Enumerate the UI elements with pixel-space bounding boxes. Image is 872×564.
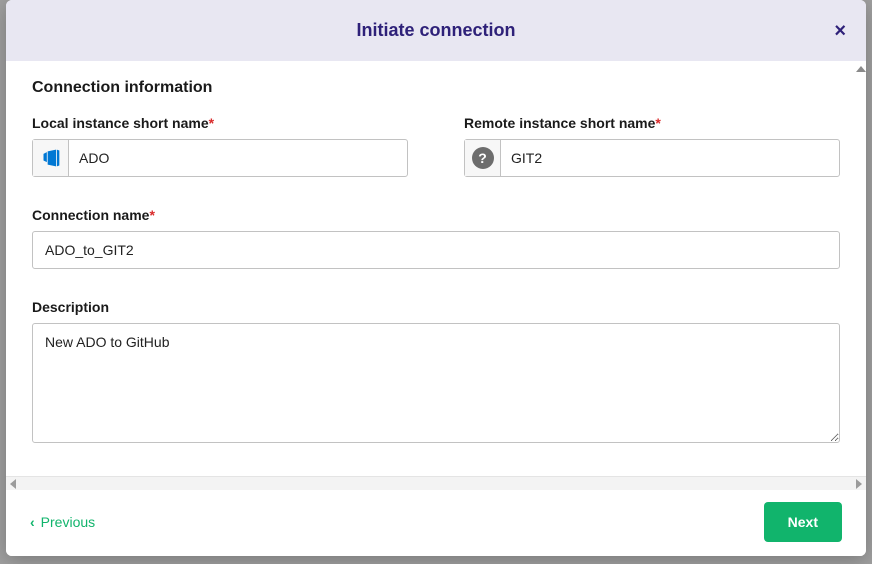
local-shortname-input[interactable] xyxy=(69,140,407,176)
required-marker: * xyxy=(655,115,660,131)
remote-shortname-label-text: Remote instance short name xyxy=(464,115,655,131)
description-field: Description xyxy=(32,299,840,443)
required-marker: * xyxy=(149,207,154,223)
connection-name-field: Connection name* xyxy=(32,207,840,269)
horizontal-scrollbar[interactable] xyxy=(6,476,866,490)
remote-shortname-input-group: ? xyxy=(464,139,840,177)
description-textarea[interactable] xyxy=(32,323,840,443)
connection-name-input[interactable] xyxy=(32,231,840,269)
scroll-up-icon xyxy=(856,66,866,72)
remote-shortname-field: Remote instance short name* ? xyxy=(464,115,840,177)
azure-devops-icon xyxy=(33,140,69,176)
remote-shortname-label: Remote instance short name* xyxy=(464,115,840,131)
close-button[interactable]: × xyxy=(834,21,846,41)
next-button[interactable]: Next xyxy=(764,502,842,542)
previous-button-label: Previous xyxy=(41,514,95,530)
modal-header: Initiate connection × xyxy=(6,0,866,61)
local-shortname-label-text: Local instance short name xyxy=(32,115,209,131)
modal-title: Initiate connection xyxy=(356,20,515,41)
shortname-row: Local instance short name* Remote instan… xyxy=(32,115,840,177)
local-shortname-label: Local instance short name* xyxy=(32,115,408,131)
local-shortname-input-group xyxy=(32,139,408,177)
chevron-left-icon: ‹ xyxy=(30,514,35,530)
initiate-connection-modal: Initiate connection × Connection informa… xyxy=(6,0,866,556)
local-shortname-field: Local instance short name* xyxy=(32,115,408,177)
connection-name-label: Connection name* xyxy=(32,207,840,223)
next-button-label: Next xyxy=(788,514,818,530)
question-icon: ? xyxy=(465,140,501,176)
description-label: Description xyxy=(32,299,840,315)
modal-footer: ‹ Previous Next xyxy=(6,490,866,556)
section-title: Connection information xyxy=(32,79,840,97)
remote-shortname-input[interactable] xyxy=(501,140,839,176)
connection-name-label-text: Connection name xyxy=(32,207,149,223)
vertical-scrollbar[interactable] xyxy=(856,64,866,482)
previous-button[interactable]: ‹ Previous xyxy=(30,514,95,530)
close-icon: × xyxy=(834,20,846,42)
modal-body: Connection information Local instance sh… xyxy=(6,61,866,476)
required-marker: * xyxy=(209,115,214,131)
